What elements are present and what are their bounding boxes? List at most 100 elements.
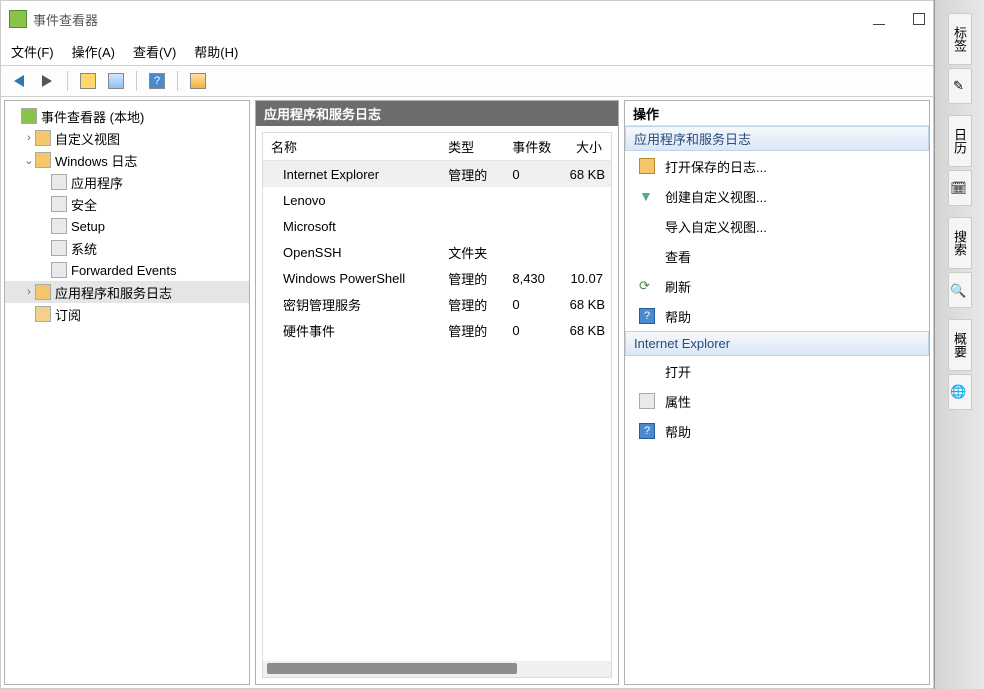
cell-name: Microsoft (263, 219, 440, 234)
expand-icon[interactable]: › (23, 132, 35, 144)
cell-name: 密钥管理服务 (263, 295, 440, 314)
col-type[interactable]: 类型 (440, 137, 504, 156)
menu-action[interactable]: 操作(A) (72, 42, 115, 61)
log-icon (51, 218, 67, 234)
list-pane-title: 应用程序和服务日志 (256, 101, 618, 126)
folder-icon (35, 152, 51, 168)
scrollbar-thumb[interactable] (267, 663, 517, 674)
side-tab-search[interactable]: 搜索 (948, 217, 972, 269)
action-label: 刷新 (665, 277, 691, 296)
side-tab-globe-icon[interactable]: 🌐 (948, 374, 972, 410)
side-tab-cal-icon[interactable]: 🗓 (948, 170, 972, 206)
properties-icon (639, 393, 655, 409)
col-count[interactable]: 事件数 (504, 137, 561, 156)
blank-icon (639, 363, 655, 379)
tree-windows-logs[interactable]: ⌄ Windows 日志 (5, 149, 249, 171)
help-icon: ? (639, 308, 655, 324)
action-label: 查看 (665, 247, 691, 266)
filter-icon: ▼ (639, 188, 655, 204)
tree-pane[interactable]: 事件查看器 (本地) › 自定义视图 ⌄ Windows 日志 应用程序 安全 … (4, 100, 250, 685)
cell-size: 10.07 (562, 271, 611, 286)
forward-button[interactable] (35, 69, 59, 93)
horizontal-scrollbar[interactable] (263, 661, 611, 677)
action-refresh[interactable]: ⟳ 刷新 (625, 271, 929, 301)
list-row[interactable]: Lenovo (263, 187, 611, 213)
action-section-selection: Internet Explorer (625, 331, 929, 356)
refresh-icon: ⟳ (639, 278, 655, 294)
properties-button[interactable] (104, 69, 128, 93)
action-help[interactable]: ? 帮助 (625, 301, 929, 331)
tree-log-application[interactable]: 应用程序 (5, 171, 249, 193)
cell-type: 管理的 (440, 321, 504, 340)
tree-label: 安全 (71, 195, 97, 214)
action-pane: 操作 应用程序和服务日志 打开保存的日志... ▼ 创建自定义视图... 导入自… (624, 100, 930, 685)
side-tab-label: 日历 (950, 128, 969, 154)
expand-icon[interactable]: › (23, 286, 35, 298)
event-viewer-window: 事件查看器 文件(F) 操作(A) 查看(V) 帮助(H) ? 事件查看器 (本… (0, 0, 934, 689)
pane-icon (190, 73, 206, 89)
side-tab-calendar[interactable]: 日历 (948, 115, 972, 167)
list-row[interactable]: 密钥管理服务管理的068 KB (263, 291, 611, 317)
back-button[interactable] (7, 69, 31, 93)
search-icon: 🔍 (952, 282, 967, 298)
cell-count: 0 (504, 323, 561, 338)
side-tab-tags[interactable]: 标签 (948, 13, 972, 65)
cell-count: 0 (504, 167, 561, 182)
action-open-saved-log[interactable]: 打开保存的日志... (625, 151, 929, 181)
calendar-icon: 🗓 (952, 180, 967, 197)
folder-icon (35, 284, 51, 300)
minimize-button[interactable] (873, 13, 885, 25)
tree-root[interactable]: 事件查看器 (本地) (5, 105, 249, 127)
globe-icon: 🌐 (952, 384, 967, 400)
list-row[interactable]: Microsoft (263, 213, 611, 239)
tree-label: Windows 日志 (55, 151, 137, 170)
cell-name: Lenovo (263, 193, 440, 208)
side-tab-pencil[interactable]: ✎ (948, 68, 972, 104)
help-button[interactable]: ? (145, 69, 169, 93)
tree-label: 自定义视图 (55, 129, 120, 148)
title-bar: 事件查看器 (1, 1, 933, 37)
cell-name: OpenSSH (263, 245, 440, 260)
side-tab-summary[interactable]: 概要 (948, 319, 972, 371)
pencil-icon: ✎ (952, 79, 967, 94)
action-help-2[interactable]: ? 帮助 (625, 416, 929, 446)
collapse-icon[interactable]: ⌄ (23, 154, 35, 167)
list-row[interactable]: Windows PowerShell管理的8,43010.07 (263, 265, 611, 291)
action-section-logs: 应用程序和服务日志 (625, 126, 929, 151)
menu-file[interactable]: 文件(F) (11, 42, 54, 61)
tree-label: Setup (71, 219, 105, 234)
col-name[interactable]: 名称 (263, 137, 440, 156)
action-properties[interactable]: 属性 (625, 386, 929, 416)
cell-type: 管理的 (440, 269, 504, 288)
tree-label: 应用程序 (71, 173, 123, 192)
tree-app-services-logs[interactable]: › 应用程序和服务日志 (5, 281, 249, 303)
list-pane: 应用程序和服务日志 名称 类型 事件数 大小 Internet Explorer… (255, 100, 619, 685)
tree-log-forwarded[interactable]: Forwarded Events (5, 259, 249, 281)
action-import-custom-view[interactable]: 导入自定义视图... (625, 211, 929, 241)
action-create-custom-view[interactable]: ▼ 创建自定义视图... (625, 181, 929, 211)
show-hide-tree-button[interactable] (76, 69, 100, 93)
list-body[interactable]: Internet Explorer管理的068 KB Lenovo Microsof… (263, 161, 611, 661)
side-tab-label: 概要 (950, 332, 969, 358)
menu-view[interactable]: 查看(V) (133, 42, 176, 61)
cell-type: 文件夹 (440, 243, 504, 262)
blank-icon (639, 248, 655, 264)
list-row[interactable]: OpenSSH文件夹 (263, 239, 611, 265)
tree-log-setup[interactable]: Setup (5, 215, 249, 237)
action-open[interactable]: 打开 (625, 356, 929, 386)
tree-subscriptions[interactable]: 订阅 (5, 303, 249, 325)
cell-name: Internet Explorer (263, 167, 440, 182)
menu-help[interactable]: 帮助(H) (194, 42, 238, 61)
app-icon (9, 10, 27, 28)
tree-custom-views[interactable]: › 自定义视图 (5, 127, 249, 149)
col-size[interactable]: 大小 (562, 137, 611, 156)
side-tab-search-icon[interactable]: 🔍 (948, 272, 972, 308)
list-row[interactable]: 硬件事件管理的068 KB (263, 317, 611, 343)
show-action-pane-button[interactable] (186, 69, 210, 93)
cell-count: 8,430 (504, 271, 561, 286)
list-row[interactable]: Internet Explorer管理的068 KB (263, 161, 611, 187)
tree-log-system[interactable]: 系统 (5, 237, 249, 259)
maximize-button[interactable] (913, 13, 925, 25)
action-view[interactable]: 查看 (625, 241, 929, 271)
tree-log-security[interactable]: 安全 (5, 193, 249, 215)
